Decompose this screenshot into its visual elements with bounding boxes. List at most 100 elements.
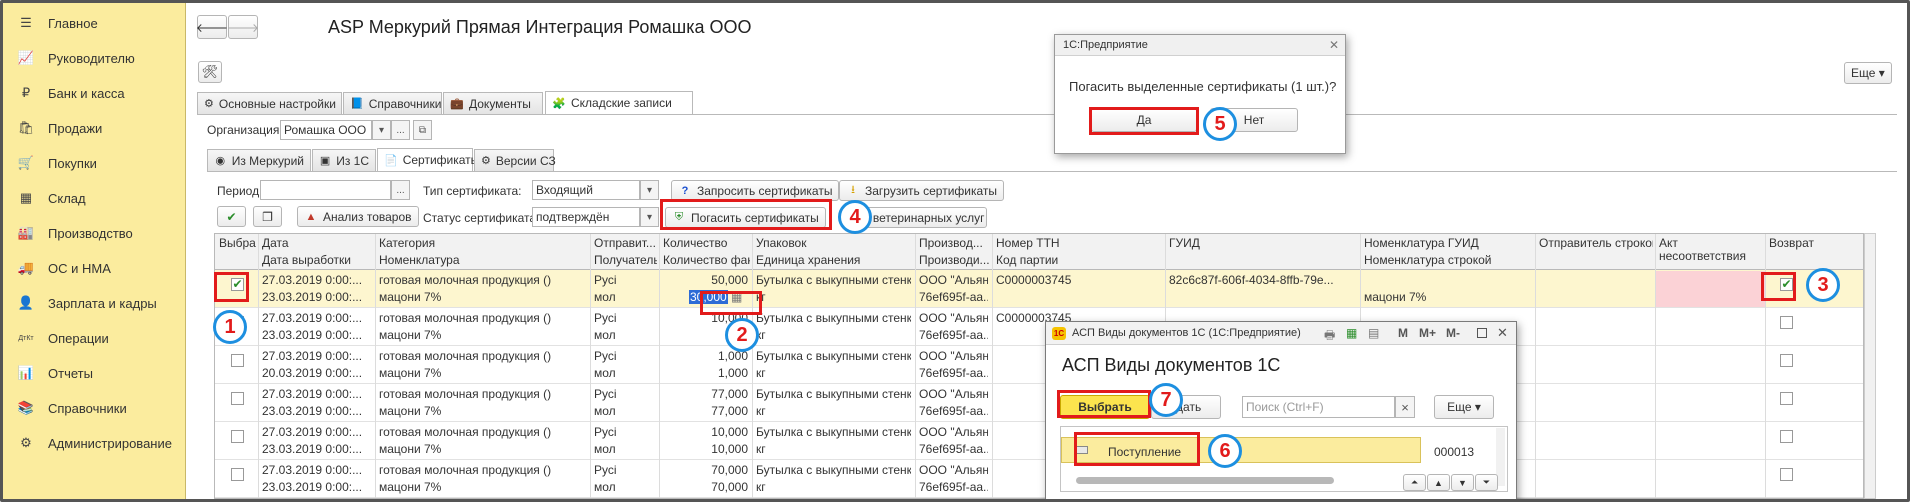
sidebar-item-1[interactable]: ☰ Главное	[3, 8, 186, 38]
row-return-checkbox[interactable]	[1780, 468, 1793, 481]
cert-type-dropdown[interactable]: ▾	[640, 180, 659, 200]
nav-first-button[interactable]: ⏶	[1403, 474, 1426, 491]
org-dropdown-button[interactable]: ▾	[372, 120, 391, 140]
cert-status-field[interactable]: подтверждён	[532, 207, 640, 227]
col-header-12[interactable]: Акт несоответствия	[1659, 237, 1763, 263]
org-select-button[interactable]: ...	[391, 120, 410, 140]
sidebar-item-4[interactable]: 🛍 Продажи	[3, 113, 186, 143]
cell-qty-fact[interactable]: 30,000 ▦	[689, 290, 749, 304]
col-header-9[interactable]: ГУИД	[1169, 237, 1358, 250]
sidebar-item-10[interactable]: ДтКт Операции	[3, 323, 186, 353]
tools-button[interactable]: 🛠	[198, 61, 222, 83]
collapse-icon[interactable]	[1076, 446, 1088, 454]
col-header-1[interactable]: Выбран	[219, 237, 256, 250]
analysis-button[interactable]: ▲ Анализ товаров	[297, 206, 419, 227]
cert-status-dropdown[interactable]: ▾	[640, 207, 659, 227]
col-subheader-8[interactable]: Код партии	[996, 254, 1163, 267]
row-select-checkbox[interactable]	[231, 430, 244, 443]
table-scrollbar[interactable]	[1864, 233, 1876, 499]
sidebar-item-6[interactable]: ▦ Склад	[3, 183, 186, 213]
tab-sub-1[interactable]: ◉ Из Меркурий	[207, 149, 311, 171]
load-certs-button[interactable]: ⭳ Загрузить сертификаты	[839, 180, 1005, 201]
sidebar-item-7[interactable]: 🏭 Производство	[3, 218, 186, 248]
cert-type-field[interactable]: Входящий	[532, 180, 640, 200]
nav-up-button[interactable]: ▲	[1427, 474, 1450, 491]
confirm-dialog-close-icon[interactable]: ✕	[1329, 38, 1339, 52]
qty-edit-value[interactable]: 30,000	[689, 290, 728, 304]
period-select-button[interactable]: ...	[391, 180, 410, 200]
back-button[interactable]: 🡐	[196, 15, 228, 39]
choose-button[interactable]: Выбрать	[1060, 395, 1150, 419]
doc-types-close-icon[interactable]: ✕	[1497, 325, 1508, 341]
step-marker-4: 4	[838, 200, 872, 234]
sidebar-item-11[interactable]: 📊 Отчеты	[3, 358, 186, 388]
col-subheader-10[interactable]: Номенклатура строкой	[1364, 254, 1533, 267]
copy-button[interactable]: ❐	[253, 206, 282, 227]
confirm-yes-button[interactable]: Да	[1091, 108, 1197, 132]
sidebar-item-5[interactable]: 🛒 Покупки	[3, 148, 186, 178]
tab-main-3[interactable]: 💼 Документы	[443, 92, 543, 114]
certificates-table[interactable]: Выбран Дата Дата выработки Категория Номенкл…	[214, 233, 1864, 499]
tab-main-2[interactable]: 📘 Справочники	[343, 92, 442, 114]
col-subheader-5[interactable]: Количество факт	[663, 254, 750, 267]
org-open-button[interactable]: ⧉	[413, 120, 432, 140]
tab-main-4[interactable]: 🧩 Складские записи	[545, 91, 693, 114]
sidebar-item-2[interactable]: 📈 Руководителю	[3, 43, 186, 73]
col-subheader-7[interactable]: Производи...	[919, 254, 990, 267]
memory-minus-icon[interactable]: M-	[1446, 326, 1460, 340]
sidebar-item-13[interactable]: ⚙ Администрирование	[3, 428, 186, 458]
period-field[interactable]	[260, 180, 391, 200]
org-field[interactable]: Ромашка ООО	[280, 120, 372, 140]
more-button-top[interactable]: Еще ▾	[1844, 62, 1892, 84]
col-header-10[interactable]: Номенклатура ГУИД	[1364, 237, 1533, 250]
col-subheader-4[interactable]: Получатель	[594, 254, 657, 267]
col-header-2[interactable]: Дата	[262, 237, 373, 250]
refresh-button[interactable]: ✔	[217, 206, 246, 227]
sidebar-item-12[interactable]: 📚 Справочники	[3, 393, 186, 423]
tab-sub-4[interactable]: ⚙ Версии СЗ	[474, 149, 556, 171]
table-icon[interactable]: ▦	[1346, 326, 1357, 340]
col-subheader-6[interactable]: Единица хранения	[756, 254, 913, 267]
tab-sub-3[interactable]: 📄 Сертификаты	[377, 148, 479, 171]
forward-button[interactable]: 🡒	[227, 15, 259, 39]
row-select-checkbox[interactable]	[231, 354, 244, 367]
doc-more-button[interactable]: Еще ▾	[1434, 395, 1494, 419]
row-select-checkbox[interactable]	[231, 468, 244, 481]
row-return-checkbox[interactable]	[1780, 316, 1793, 329]
row-select-checkbox[interactable]	[231, 392, 244, 405]
row-return-checkbox[interactable]	[1780, 354, 1793, 367]
row-return-checkbox[interactable]	[1780, 392, 1793, 405]
col-header-7[interactable]: Производ...	[919, 237, 990, 250]
repay-certs-button[interactable]: ⛨ Погасить сертификаты	[665, 207, 826, 228]
sidebar-item-9[interactable]: 👤 Зарплата и кадры	[3, 288, 186, 318]
sidebar-item-8[interactable]: 🚚 ОС и НМА	[3, 253, 186, 283]
vet-services-button[interactable]: т ветеринарных услуг	[857, 207, 987, 228]
col-header-5[interactable]: Количество	[663, 237, 750, 250]
memory-plus-icon[interactable]: M+	[1419, 326, 1436, 340]
print-icon[interactable]: 🖶	[1324, 326, 1335, 347]
search-clear-button[interactable]: ×	[1395, 396, 1415, 418]
row-return-checkbox[interactable]: ✔	[1780, 278, 1793, 291]
doc-search-input[interactable]: Поиск (Ctrl+F)	[1242, 396, 1395, 418]
col-subheader-3[interactable]: Номенклатура	[379, 254, 588, 267]
memory-icon[interactable]: M	[1398, 326, 1408, 340]
col-header-6[interactable]: Упаковок	[756, 237, 913, 250]
nav-last-button[interactable]: ⏷	[1475, 474, 1498, 491]
request-certs-button[interactable]: ? Запросить сертификаты	[671, 180, 840, 201]
row-select-checkbox[interactable]: ✔	[231, 278, 244, 291]
sidebar-item-3[interactable]: ₽ Банк и касса	[3, 78, 186, 108]
list-hscroll[interactable]	[1076, 477, 1334, 484]
calendar-icon[interactable]: ▤	[1368, 326, 1379, 340]
maximize-icon[interactable]	[1477, 328, 1487, 338]
row-return-checkbox[interactable]	[1780, 430, 1793, 443]
col-subheader-2[interactable]: Дата выработки	[262, 254, 373, 267]
col-header-4[interactable]: Отправит...	[594, 237, 657, 250]
tab-main-1[interactable]: ⚙ Основные настройки	[197, 92, 342, 114]
nav-down-button[interactable]: ▼	[1451, 474, 1474, 491]
col-header-8[interactable]: Номер ТТН	[996, 237, 1163, 250]
tab-sub-2[interactable]: ▣ Из 1С	[312, 149, 376, 171]
col-header-13[interactable]: Возврат	[1769, 237, 1863, 250]
col-header-3[interactable]: Категория	[379, 237, 588, 250]
col-header-11[interactable]: Отправитель строкой	[1539, 237, 1653, 250]
calculator-icon[interactable]: ▦	[728, 290, 742, 304]
